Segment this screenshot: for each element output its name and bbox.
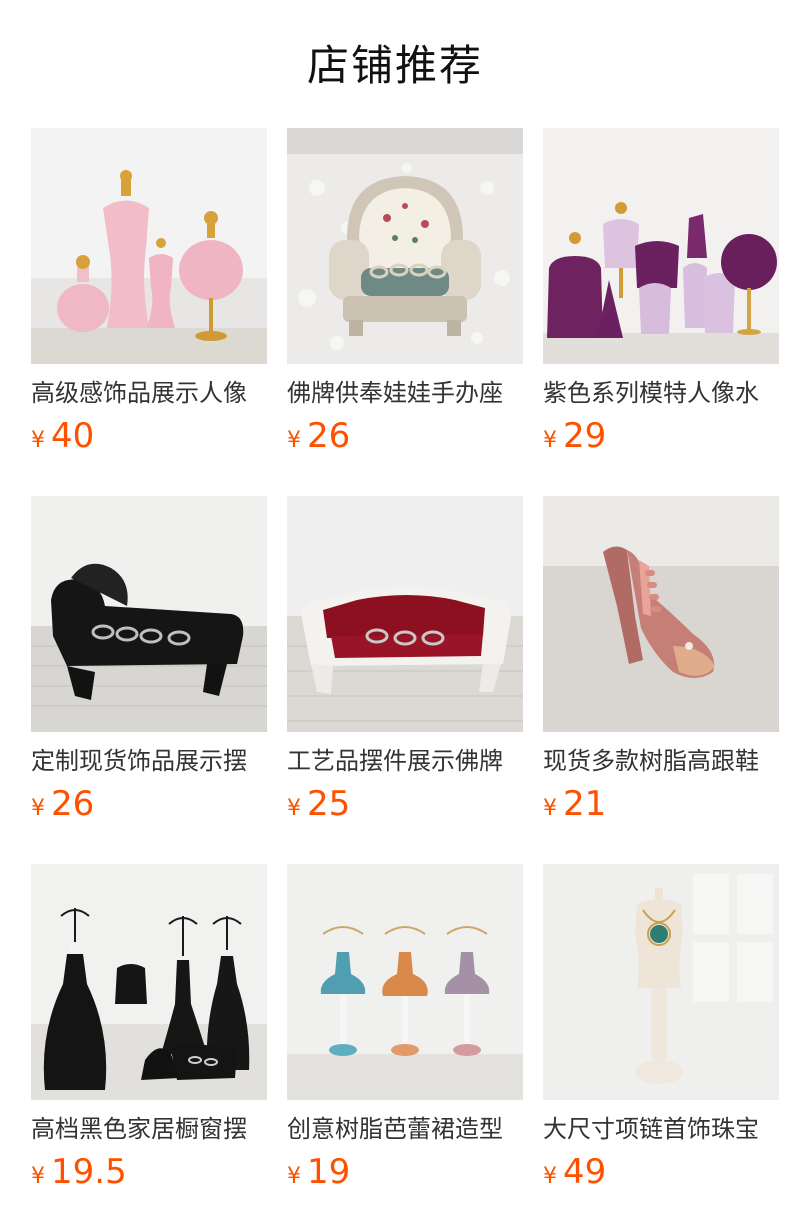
product-title[interactable]: 大尺寸项链首饰珠宝 bbox=[543, 1111, 779, 1147]
product-card[interactable]: 大尺寸项链首饰珠宝 ¥49 bbox=[543, 864, 779, 1204]
black-dress-jewelry-stands-image bbox=[31, 864, 267, 1100]
price-amount: 19 bbox=[307, 1152, 351, 1192]
currency-symbol: ¥ bbox=[543, 796, 557, 821]
pink-high-heel-ring-holder-image bbox=[543, 496, 779, 732]
price-amount: 26 bbox=[307, 416, 351, 456]
currency-symbol: ¥ bbox=[287, 428, 301, 453]
price-amount: 29 bbox=[563, 416, 607, 456]
product-image[interactable] bbox=[287, 128, 523, 364]
pink-velvet-mannequin-busts-image bbox=[31, 128, 267, 364]
price-amount: 19.5 bbox=[51, 1152, 127, 1192]
product-title[interactable]: 现货多款树脂高跟鞋 bbox=[543, 743, 779, 779]
product-title[interactable]: 创意树脂芭蕾裙造型 bbox=[287, 1111, 523, 1147]
floral-baroque-armchair-ring-holder-image bbox=[287, 128, 523, 364]
price-amount: 49 bbox=[563, 1152, 607, 1192]
ballet-dress-jewelry-trees-image bbox=[287, 864, 523, 1100]
currency-symbol: ¥ bbox=[287, 1164, 301, 1189]
cream-necklace-mannequin-image bbox=[543, 864, 779, 1100]
product-card[interactable]: 佛牌供奉娃娃手办座 ¥26 bbox=[287, 128, 523, 468]
product-image[interactable] bbox=[31, 864, 267, 1100]
product-title[interactable]: 佛牌供奉娃娃手办座 bbox=[287, 375, 523, 411]
product-title[interactable]: 高级感饰品展示人像 bbox=[31, 375, 267, 411]
product-image[interactable] bbox=[543, 128, 779, 364]
product-price: ¥29 bbox=[543, 414, 606, 458]
currency-symbol: ¥ bbox=[543, 1164, 557, 1189]
price-amount: 25 bbox=[307, 784, 351, 824]
product-price: ¥26 bbox=[31, 782, 94, 826]
product-price: ¥21 bbox=[543, 782, 606, 826]
red-sofa-ring-holder-image bbox=[287, 496, 523, 732]
product-card[interactable]: 定制现货饰品展示摆 ¥26 bbox=[31, 496, 267, 836]
product-price: ¥49 bbox=[543, 1150, 606, 1194]
currency-symbol: ¥ bbox=[31, 428, 45, 453]
page-title: 店铺推荐 bbox=[306, 41, 483, 90]
product-image[interactable] bbox=[287, 496, 523, 732]
currency-symbol: ¥ bbox=[31, 796, 45, 821]
currency-symbol: ¥ bbox=[31, 1164, 45, 1189]
product-price: ¥40 bbox=[31, 414, 94, 458]
product-price: ¥25 bbox=[287, 782, 350, 826]
product-image[interactable] bbox=[543, 864, 779, 1100]
product-card[interactable]: 紫色系列模特人像水 ¥29 bbox=[543, 128, 779, 468]
currency-symbol: ¥ bbox=[543, 428, 557, 453]
product-card[interactable]: 高档黑色家居橱窗摆 ¥19.5 bbox=[31, 864, 267, 1204]
product-image[interactable] bbox=[543, 496, 779, 732]
product-image[interactable] bbox=[287, 864, 523, 1100]
black-chaise-lounge-ring-holder-image bbox=[31, 496, 267, 732]
product-price: ¥19.5 bbox=[31, 1150, 127, 1194]
product-image[interactable] bbox=[31, 128, 267, 364]
product-card[interactable]: 工艺品摆件展示佛牌 ¥25 bbox=[287, 496, 523, 836]
price-amount: 40 bbox=[51, 416, 95, 456]
product-title[interactable]: 高档黑色家居橱窗摆 bbox=[31, 1111, 267, 1147]
product-title[interactable]: 定制现货饰品展示摆 bbox=[31, 743, 267, 779]
price-amount: 21 bbox=[563, 784, 607, 824]
product-image[interactable] bbox=[31, 496, 267, 732]
product-card[interactable]: 高级感饰品展示人像 ¥40 bbox=[31, 128, 267, 468]
product-title[interactable]: 工艺品摆件展示佛牌 bbox=[287, 743, 523, 779]
currency-symbol: ¥ bbox=[287, 796, 301, 821]
price-amount: 26 bbox=[51, 784, 95, 824]
product-price: ¥19 bbox=[287, 1150, 350, 1194]
product-card[interactable]: 现货多款树脂高跟鞋 ¥21 bbox=[543, 496, 779, 836]
product-price: ¥26 bbox=[287, 414, 350, 458]
purple-velvet-jewelry-displays-image bbox=[543, 128, 779, 364]
product-title[interactable]: 紫色系列模特人像水 bbox=[543, 375, 779, 411]
product-card[interactable]: 创意树脂芭蕾裙造型 ¥19 bbox=[287, 864, 523, 1204]
